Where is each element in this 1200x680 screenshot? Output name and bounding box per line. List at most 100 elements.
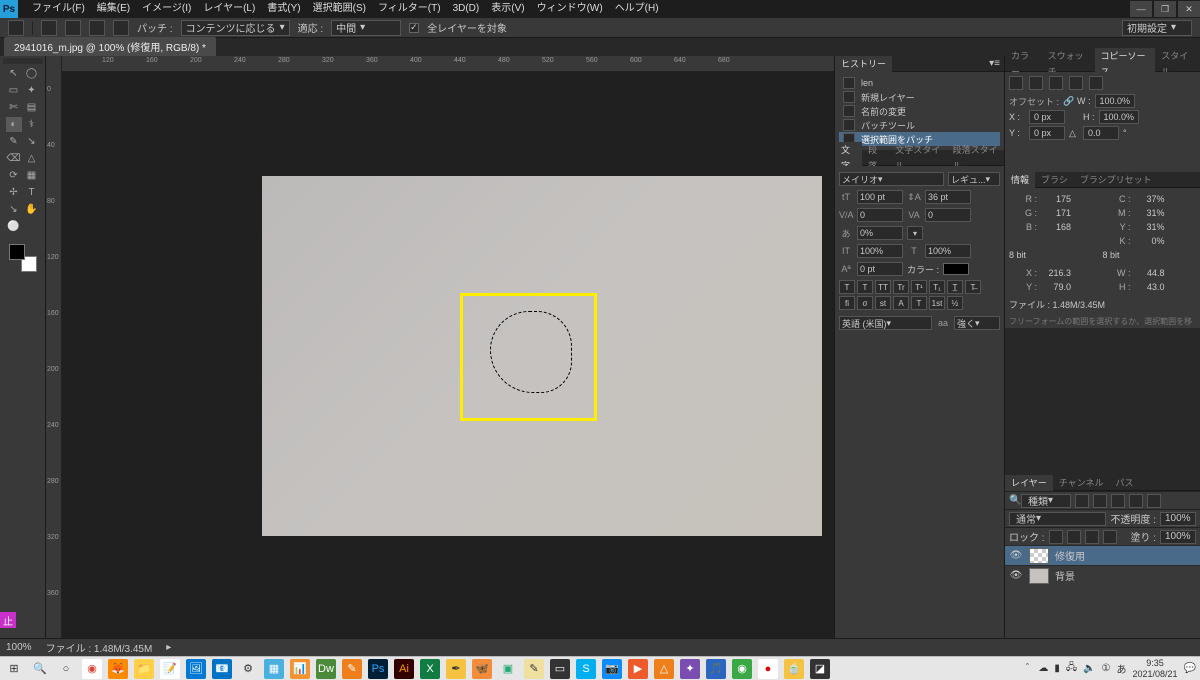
tool-button[interactable]: ◐ bbox=[6, 117, 22, 132]
menu-item[interactable]: 3D(D) bbox=[447, 0, 486, 18]
scale-v2-field[interactable]: 100% bbox=[925, 244, 971, 258]
quickmask-icon[interactable]: 止 bbox=[0, 612, 16, 628]
ot-feature-button[interactable]: T bbox=[911, 296, 927, 310]
menu-item[interactable]: ヘルプ(H) bbox=[609, 0, 665, 18]
layer-thumbnail[interactable] bbox=[1029, 548, 1049, 564]
menu-item[interactable]: フィルター(T) bbox=[372, 0, 447, 18]
tray-network-icon[interactable]: 🖧 bbox=[1066, 660, 1077, 677]
scale-v-field[interactable]: 100% bbox=[857, 244, 903, 258]
ot-feature-button[interactable]: σ bbox=[857, 296, 873, 310]
filter-type-icon[interactable] bbox=[1111, 494, 1125, 508]
tab-info[interactable]: ブラシプリセット bbox=[1074, 172, 1158, 188]
taskbar-app-icon[interactable]: 🍵 bbox=[784, 659, 804, 679]
tray-battery-icon[interactable]: ▮ bbox=[1054, 663, 1060, 674]
ot-feature-button[interactable]: st bbox=[875, 296, 891, 310]
tool-preset-icon[interactable] bbox=[8, 20, 24, 36]
scale-h-toggle[interactable]: ▾ bbox=[907, 226, 923, 240]
taskbar-app-icon[interactable]: 🎵 bbox=[706, 659, 726, 679]
lock-all-icon[interactable] bbox=[1103, 530, 1117, 544]
document-canvas[interactable] bbox=[262, 176, 822, 536]
taskbar-app-icon[interactable]: 📁 bbox=[134, 659, 154, 679]
tool-button[interactable]: ⚪ bbox=[6, 219, 22, 234]
char-style-button[interactable]: TT bbox=[875, 280, 891, 294]
tray-volume-icon[interactable]: 🔈 bbox=[1083, 663, 1095, 674]
taskbar-app-icon[interactable]: ◉ bbox=[82, 659, 102, 679]
layer-item[interactable]: 👁背景 bbox=[1005, 565, 1200, 585]
foreground-swatch[interactable] bbox=[9, 244, 25, 260]
tool-button[interactable]: ✢ bbox=[6, 185, 22, 200]
tool-button[interactable]: ↘ bbox=[24, 134, 40, 149]
link-icon[interactable]: 🔗 bbox=[1063, 96, 1073, 107]
tool-button[interactable]: T bbox=[24, 185, 40, 200]
taskbar-app-icon[interactable]: ✦ bbox=[680, 659, 700, 679]
history-item[interactable]: 名前の変更 bbox=[839, 104, 1000, 118]
taskbar-app-icon[interactable]: ● bbox=[758, 659, 778, 679]
taskbar-clock[interactable]: 9:35 2021/08/21 bbox=[1133, 658, 1178, 680]
width-field[interactable]: 100.0% bbox=[1095, 94, 1136, 108]
taskbar-app-icon[interactable]: 📝 bbox=[160, 659, 180, 679]
taskbar-app-icon[interactable]: 📧 bbox=[212, 659, 232, 679]
maximize-button[interactable]: ❐ bbox=[1154, 1, 1176, 17]
font-size-field[interactable]: 100 pt bbox=[857, 190, 903, 204]
patch-type-select[interactable]: コンテンツに応じる▾ bbox=[181, 20, 290, 36]
filter-pixel-icon[interactable] bbox=[1075, 494, 1089, 508]
ot-feature-button[interactable]: fi bbox=[839, 296, 855, 310]
tool-button[interactable]: ▤ bbox=[24, 100, 40, 115]
tray-ime1-icon[interactable]: ① bbox=[1102, 663, 1111, 674]
char-style-button[interactable]: T₁ bbox=[929, 280, 945, 294]
tab-layers[interactable]: レイヤー bbox=[1005, 475, 1053, 491]
tool-button[interactable]: ✦ bbox=[24, 83, 40, 98]
leading-field[interactable]: 36 pt bbox=[925, 190, 971, 204]
taskbar-app-icon[interactable]: ✎ bbox=[524, 659, 544, 679]
taskbar-app-icon[interactable]: ▶ bbox=[628, 659, 648, 679]
taskbar-app-icon[interactable]: ⊞ bbox=[4, 659, 24, 679]
kerning-field[interactable]: 0 bbox=[857, 208, 903, 222]
aa-select[interactable]: 強く ▾ bbox=[954, 316, 1000, 330]
history-item[interactable]: パッチツール bbox=[839, 118, 1000, 132]
zoom-level[interactable]: 100% bbox=[6, 642, 32, 653]
all-layers-checkbox[interactable] bbox=[409, 23, 419, 33]
taskbar-app-icon[interactable]: ▦ bbox=[264, 659, 284, 679]
tool-button[interactable]: ✋ bbox=[24, 202, 40, 217]
taskbar-app-icon[interactable]: ⚙ bbox=[238, 659, 258, 679]
toolbox-handle[interactable] bbox=[3, 58, 43, 64]
history-item[interactable]: len bbox=[839, 76, 1000, 90]
blend-mode-select[interactable]: 通常 ▾ bbox=[1009, 512, 1106, 526]
patch-mode-new-icon[interactable] bbox=[41, 20, 57, 36]
lock-pos-icon[interactable] bbox=[1085, 530, 1099, 544]
ot-feature-button[interactable]: 1st bbox=[929, 296, 945, 310]
language-select[interactable]: 英語 (米国) ▾ bbox=[839, 316, 932, 330]
layer-filter-select[interactable]: 種類 ▾ bbox=[1021, 494, 1071, 508]
ot-feature-button[interactable]: A bbox=[893, 296, 909, 310]
layer-item[interactable]: 👁修復用 bbox=[1005, 545, 1200, 565]
font-weight-select[interactable]: レギュ... ▾ bbox=[948, 172, 1000, 186]
tool-button[interactable]: ✎ bbox=[6, 134, 22, 149]
menu-item[interactable]: イメージ(I) bbox=[136, 0, 197, 18]
menu-item[interactable]: ウィンドウ(W) bbox=[531, 0, 609, 18]
char-style-button[interactable]: T̶ bbox=[965, 280, 981, 294]
tool-button[interactable]: ▭ bbox=[6, 83, 22, 98]
fill-field[interactable]: 100% bbox=[1160, 530, 1196, 544]
tool-button[interactable]: ▦ bbox=[24, 168, 40, 183]
char-style-button[interactable]: T̲ bbox=[947, 280, 963, 294]
tab-info[interactable]: ブラシ bbox=[1035, 172, 1074, 188]
clone-src-5-icon[interactable] bbox=[1089, 76, 1103, 90]
lock-trans-icon[interactable] bbox=[1049, 530, 1063, 544]
tracking-field[interactable]: 0 bbox=[925, 208, 971, 222]
clone-src-1-icon[interactable] bbox=[1009, 76, 1023, 90]
taskbar-app-icon[interactable]: ✒ bbox=[446, 659, 466, 679]
angle-field[interactable]: 0.0 bbox=[1083, 126, 1119, 140]
taskbar-app-icon[interactable]: ◪ bbox=[810, 659, 830, 679]
filter-shape-icon[interactable] bbox=[1129, 494, 1143, 508]
visibility-icon[interactable]: 👁 bbox=[1009, 569, 1023, 583]
taskbar-app-icon[interactable]: ◉ bbox=[732, 659, 752, 679]
minimize-button[interactable]: — bbox=[1130, 1, 1152, 17]
taskbar-app-icon[interactable]: △ bbox=[654, 659, 674, 679]
char-style-button[interactable]: T¹ bbox=[911, 280, 927, 294]
patch-mode-add-icon[interactable] bbox=[65, 20, 81, 36]
char-style-button[interactable]: T bbox=[857, 280, 873, 294]
tool-button[interactable]: ✄ bbox=[6, 100, 22, 115]
char-style-button[interactable]: T bbox=[839, 280, 855, 294]
tray-cloud-icon[interactable]: ☁ bbox=[1038, 663, 1048, 674]
panel-menu-icon[interactable]: ▾≡ bbox=[985, 58, 1004, 69]
